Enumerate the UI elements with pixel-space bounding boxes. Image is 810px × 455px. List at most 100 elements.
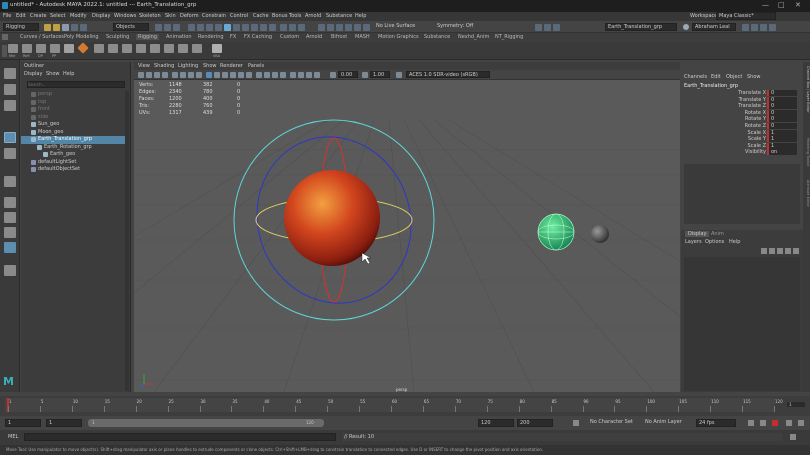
dp-tool-icon[interactable] [36, 44, 46, 53]
channel-attribute-label[interactable]: Translate Z [738, 103, 766, 109]
resolution-gate-icon[interactable] [188, 72, 194, 78]
shelf-tab-arnold[interactable]: Arnold [306, 34, 322, 40]
shelf-tab-nt-rigging[interactable]: NT_Rigging [495, 34, 523, 40]
layer-menu-help[interactable]: Help [729, 239, 740, 245]
tool-settings-toggle-icon[interactable] [760, 24, 767, 31]
layer-tab-display[interactable]: Display [685, 231, 710, 237]
single-view-icon[interactable] [4, 197, 16, 208]
menu-arnold[interactable]: Arnold [305, 13, 321, 19]
outliner-item[interactable]: persp [21, 91, 125, 99]
channel-attribute-value[interactable]: 0 [767, 96, 797, 103]
menu-constrain[interactable]: Constrain [202, 13, 226, 19]
keyframe-icon[interactable] [772, 420, 778, 426]
menu-substance[interactable]: Substance [326, 13, 352, 19]
menuset-dropdown[interactable]: Rigging [3, 23, 39, 31]
channel-attribute-label[interactable]: Scale Z [748, 143, 766, 149]
channel-attribute-value[interactable]: 1 [767, 136, 797, 143]
auto-key-icon[interactable] [573, 420, 579, 426]
channelbox-menu-channels[interactable]: Channels [684, 74, 707, 80]
new-scene-icon[interactable] [44, 24, 51, 31]
shelf-tab-motion-graphics[interactable]: Motion Graphics [378, 34, 419, 40]
layer-move-down-icon[interactable] [769, 248, 775, 254]
exposure-icon[interactable] [330, 72, 336, 78]
user-avatar-icon[interactable] [683, 24, 689, 30]
render-settings-icon[interactable] [289, 24, 296, 31]
depth-of-field-icon[interactable] [280, 72, 286, 78]
shelf-tab-poly-modeling[interactable]: Poly Modeling [64, 34, 99, 40]
joint-tool-icon[interactable] [64, 44, 74, 53]
attribute-editor-toggle-icon[interactable] [751, 24, 758, 31]
new-layer-selected-icon[interactable] [785, 248, 791, 254]
bookmark-icon[interactable] [154, 72, 160, 78]
channelbox-object-name[interactable]: Earth_Translation_grp [684, 83, 738, 89]
arnold-settings-icon[interactable] [336, 24, 343, 31]
reflect-icon[interactable] [22, 44, 32, 53]
snap-point-icon[interactable] [206, 24, 213, 31]
channel-attribute-value[interactable]: 0 [767, 103, 797, 110]
outliner-item[interactable]: Moon_geo [21, 129, 125, 137]
move-tool-icon[interactable] [4, 132, 16, 143]
arnold-ipr-icon[interactable] [327, 24, 334, 31]
channel-attribute-label[interactable]: Rotate X [745, 110, 766, 116]
viewport-menu-panels[interactable]: Panels [248, 63, 264, 69]
side-tab-attribute-editor[interactable]: Attribute Editor [803, 180, 810, 207]
construction-history-icon[interactable] [260, 24, 267, 31]
textured-icon[interactable] [230, 72, 236, 78]
constraint-icon[interactable] [122, 44, 132, 53]
image-plane-icon[interactable] [162, 72, 168, 78]
point-constraint-icon[interactable] [150, 44, 160, 53]
outliner-menu-display[interactable]: Display [24, 71, 42, 77]
color-management-icon[interactable] [396, 72, 402, 78]
channel-attribute-label[interactable]: Scale X [748, 130, 766, 136]
shelf-tab-animation[interactable]: Animation [166, 34, 192, 40]
grid-toggle-icon[interactable] [172, 72, 178, 78]
select-tool-icon[interactable] [4, 68, 16, 79]
ik-handle-icon[interactable] [77, 42, 89, 54]
viewport-menu-shading[interactable]: Shading [154, 63, 174, 69]
channel-attribute-label[interactable]: Translate Y [739, 97, 766, 103]
layer-move-up-icon[interactable] [761, 248, 767, 254]
menu-skeleton[interactable]: Skeleton [139, 13, 161, 19]
live-surface-field[interactable]: No Live Surface [374, 23, 426, 31]
shelf-collapse-icon[interactable] [2, 45, 7, 57]
select-camera-icon[interactable] [138, 72, 144, 78]
outliner-item[interactable]: Earth_Rotation_grp [21, 144, 125, 152]
gamma-icon[interactable] [362, 72, 368, 78]
layer-menu-options[interactable]: Options [705, 239, 724, 245]
sound-icon[interactable] [760, 420, 766, 426]
channel-attribute-label[interactable]: Rotate Y [745, 116, 766, 122]
aim-constraint-icon[interactable] [192, 44, 202, 53]
outliner-item[interactable]: front [21, 106, 125, 114]
arnold-shaders-icon[interactable] [345, 24, 352, 31]
close-icon[interactable]: ✕ [795, 1, 801, 9]
menu-control[interactable]: Control [230, 13, 248, 19]
script-language-toggle[interactable]: MEL [8, 434, 18, 440]
menu-modify[interactable]: Modify [70, 13, 87, 19]
outliner-item[interactable]: Sun_geo [21, 121, 125, 129]
viewport-menu-view[interactable]: View [138, 63, 150, 69]
loop-icon[interactable] [748, 420, 754, 426]
shadows-icon[interactable] [246, 72, 252, 78]
bind-skin-icon[interactable] [94, 44, 104, 53]
sun-geo[interactable] [284, 170, 380, 266]
pp-tool-icon[interactable] [50, 44, 60, 53]
animation-start-field[interactable]: 1 [5, 419, 41, 427]
sidebar-toggle-icon[interactable] [544, 24, 551, 31]
shelf-tab-substance[interactable]: Substance [424, 34, 450, 40]
user-account-dropdown[interactable]: Abraham Leal [692, 23, 736, 31]
outliner-item[interactable]: Earth_Translation_grp [21, 136, 125, 144]
smooth-shade-icon[interactable] [214, 72, 220, 78]
arnold-render-view-icon[interactable] [318, 24, 325, 31]
sidebar-toggle-icon[interactable] [535, 24, 542, 31]
side-tab-modeling-toolkit[interactable]: Modeling Toolkit [803, 138, 810, 166]
gamma-field[interactable]: 1.00 [370, 71, 390, 78]
command-input[interactable] [24, 433, 336, 441]
shelf-tab-nexhd-anim[interactable]: Nexhd_Anim [458, 34, 489, 40]
outliner-search-input[interactable] [27, 81, 125, 88]
outliner-item[interactable]: defaultObjectSet [21, 166, 125, 174]
save-scene-icon[interactable] [62, 24, 69, 31]
select-mode-dropdown[interactable]: Objects [113, 23, 149, 31]
exposure-field[interactable]: 0.00 [338, 71, 358, 78]
menu-bonus-tools[interactable]: Bonus Tools [272, 13, 301, 19]
menu-select[interactable]: Select [50, 13, 65, 19]
